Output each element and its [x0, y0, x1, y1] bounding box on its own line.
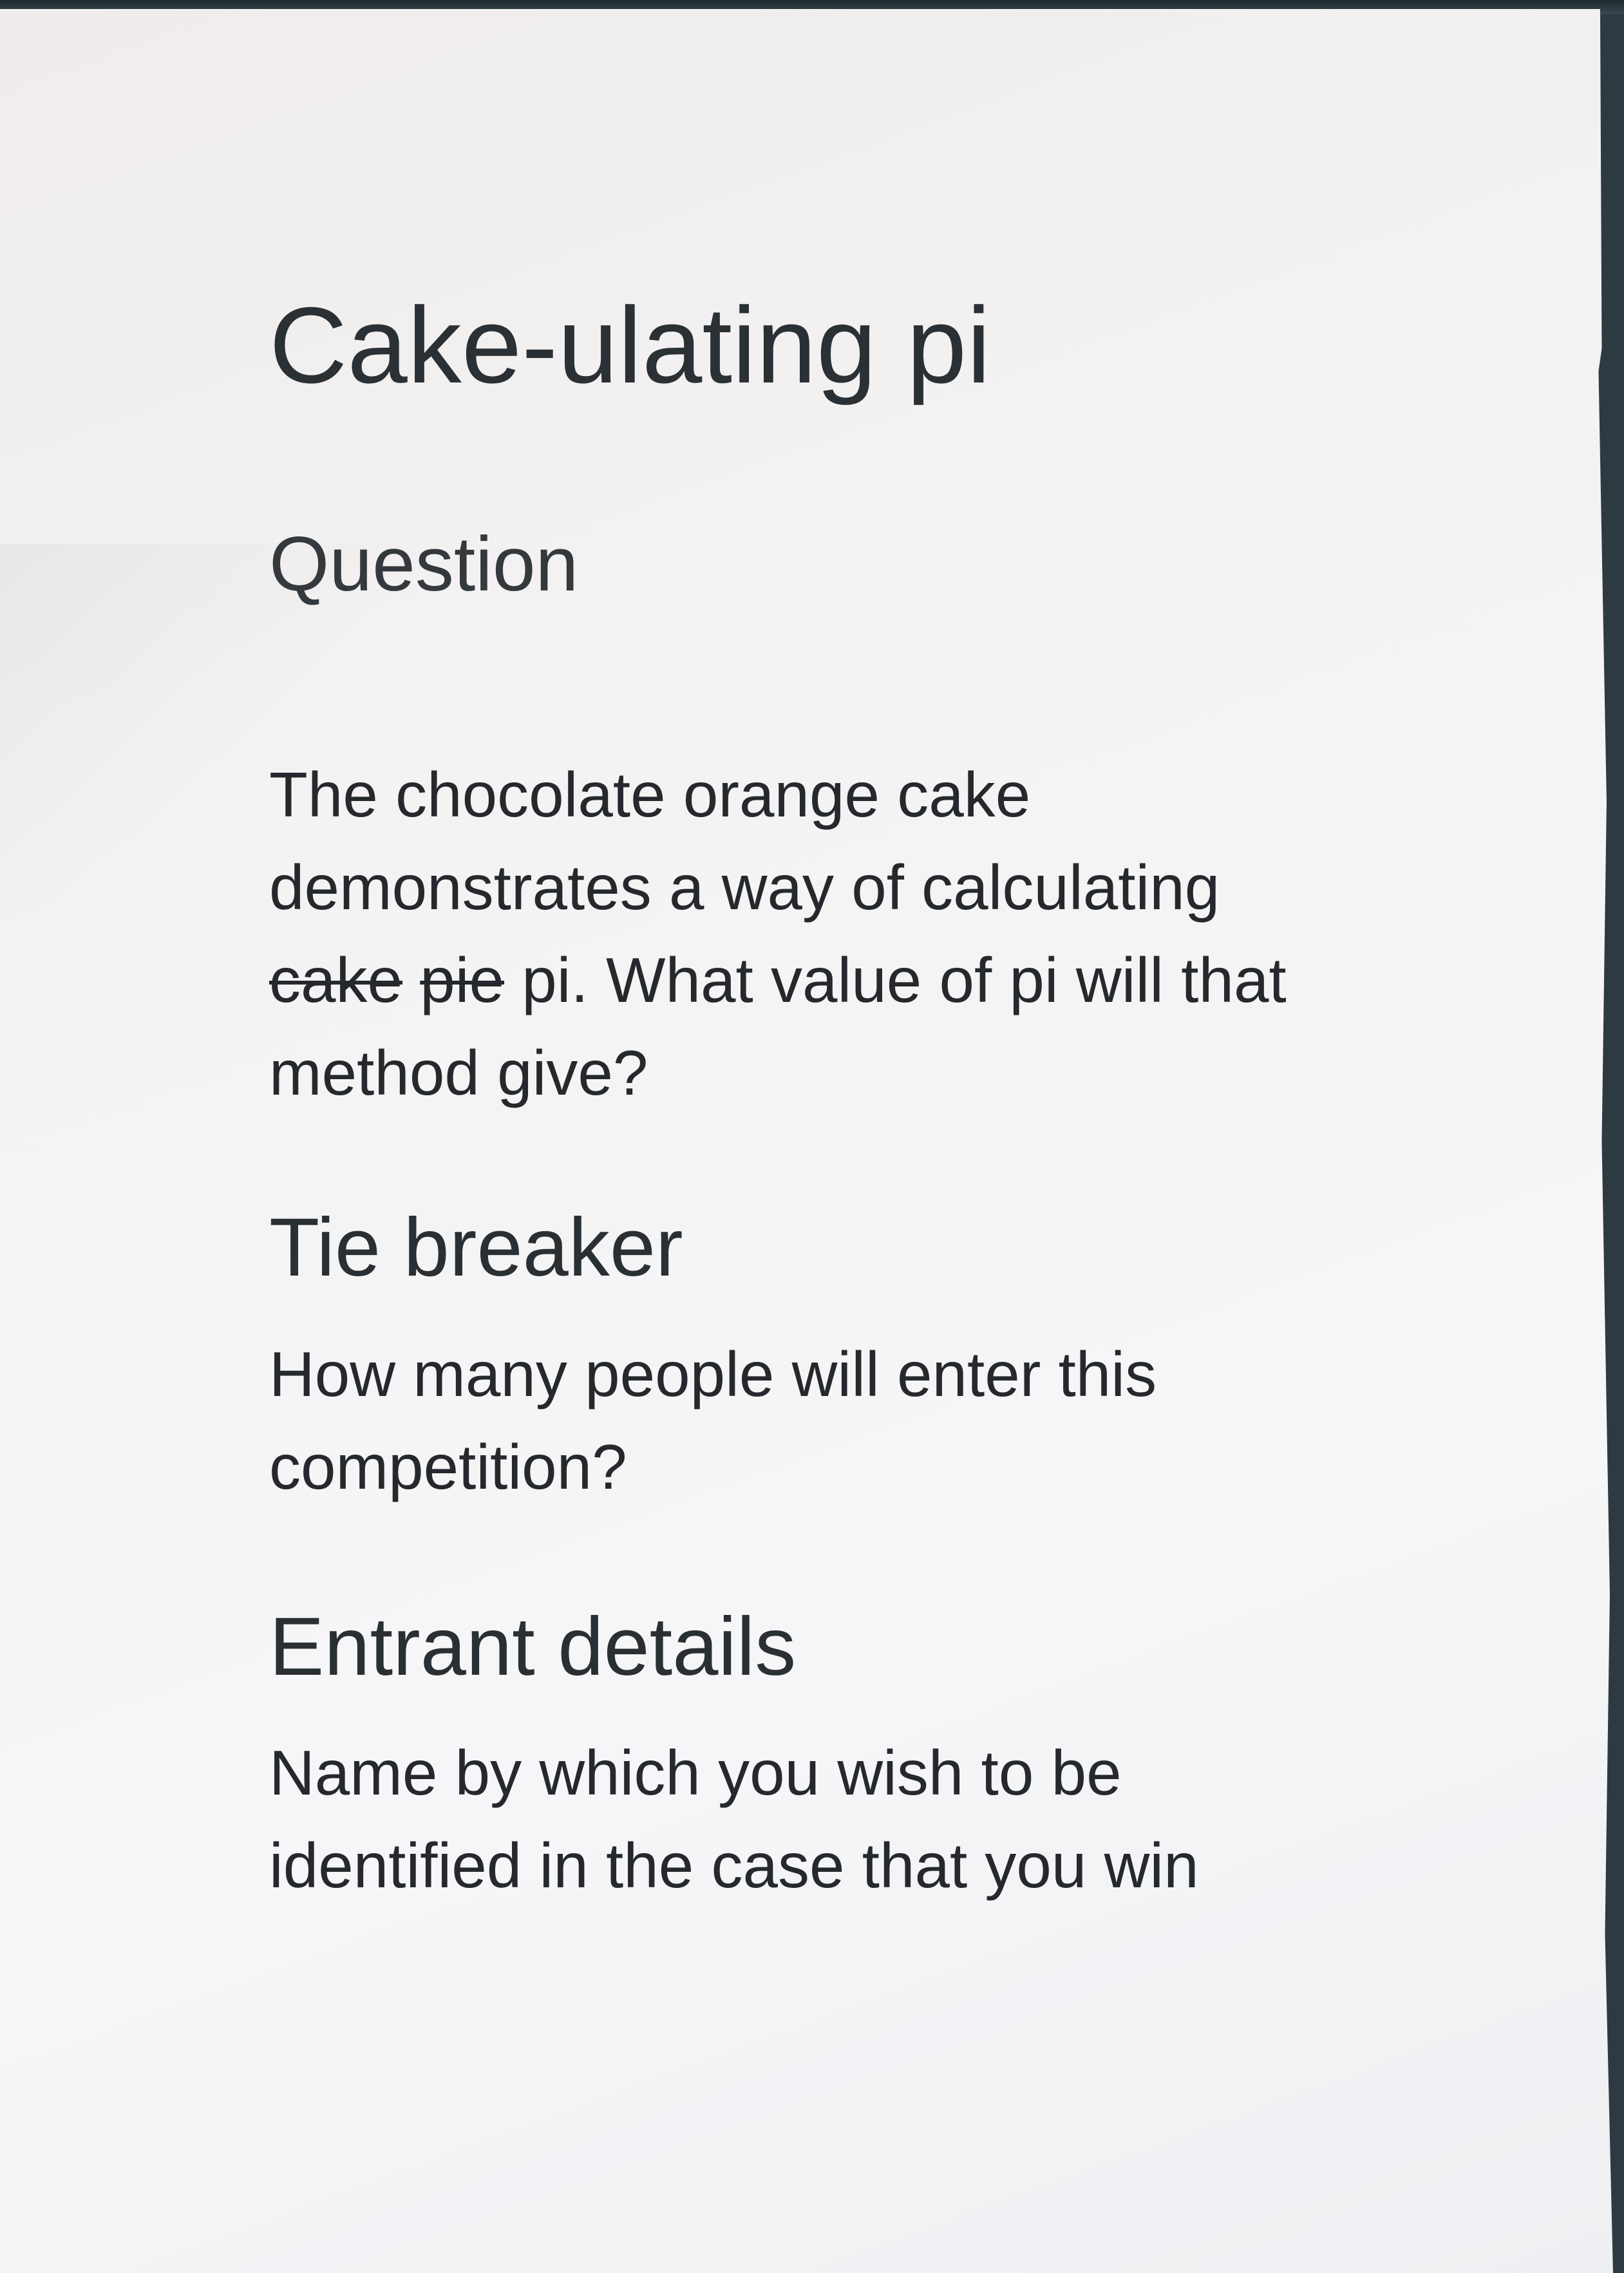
question-line-3: cake pie pi. What value of pi will that — [269, 934, 1525, 1026]
document-title: Cake-ulating pi — [269, 285, 991, 406]
question-line-4: method give? — [269, 1037, 648, 1108]
question-heading: Question — [269, 521, 579, 607]
question-line-3-text: pi. What value of pi will that — [522, 945, 1287, 1015]
tie-breaker-line-2: competition? — [269, 1431, 627, 1502]
tie-breaker-heading: Tie breaker — [269, 1202, 683, 1294]
question-line-1: The chocolate orange cake — [269, 759, 1031, 830]
tie-breaker-line-1: How many people will enter this — [269, 1339, 1157, 1410]
paper-sheet: Cake-ulating pi Question The chocolate o… — [0, 9, 1613, 2273]
entrant-details-line-2: identified in the case that you win — [269, 1830, 1199, 1901]
entrant-details-text: Name by which you wish to be identified … — [269, 1726, 1525, 1912]
entrant-details-heading: Entrant details — [269, 1601, 797, 1693]
question-line-2: demonstrates a way of calculating — [269, 852, 1220, 923]
struck-word-pie: pie — [420, 945, 505, 1015]
entrant-details-line-1: Name by which you wish to be — [269, 1737, 1122, 1808]
struck-word-cake: cake — [269, 945, 403, 1015]
question-text: The chocolate orange cake demonstrates a… — [269, 748, 1525, 1119]
tie-breaker-text: How many people will enter this competit… — [269, 1328, 1525, 1513]
